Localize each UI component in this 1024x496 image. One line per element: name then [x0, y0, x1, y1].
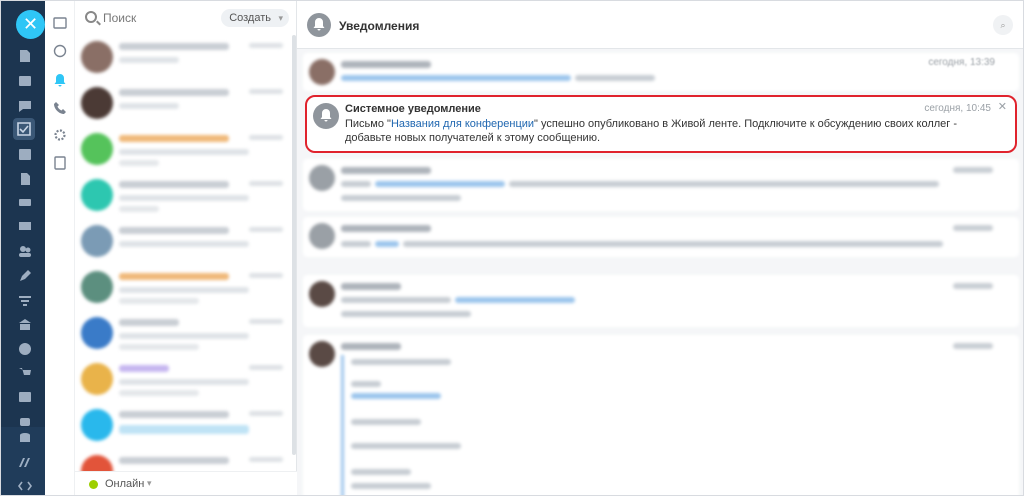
activity-icon[interactable]: [18, 49, 32, 63]
bell-icon: [307, 13, 331, 37]
list-item[interactable]: [75, 311, 291, 357]
bank-icon[interactable]: [18, 318, 32, 332]
mail-icon[interactable]: [18, 219, 32, 233]
list-item[interactable]: [75, 403, 291, 449]
calendar-icon[interactable]: [18, 147, 32, 161]
list-item[interactable]: [75, 219, 291, 265]
notification-item[interactable]: [303, 275, 1019, 327]
chat-icon[interactable]: [18, 99, 32, 113]
page-title: Уведомления: [339, 19, 420, 33]
edit-icon[interactable]: [18, 269, 32, 283]
list-item[interactable]: [75, 173, 291, 219]
notifications-search-icon[interactable]: ⌕: [993, 15, 1013, 35]
notifications-panel: Уведомления ⌕ сегодня, 13:39 Системное у…: [297, 1, 1023, 495]
document-icon[interactable]: [18, 172, 32, 186]
search-icon: [85, 11, 97, 23]
cart-icon[interactable]: [18, 366, 32, 380]
messenger-window: ✕ Создать: [0, 0, 1024, 496]
drive-icon[interactable]: [18, 195, 32, 209]
list-item[interactable]: [75, 357, 291, 403]
filter-icon[interactable]: [18, 294, 32, 308]
status-selector[interactable]: Онлайн ▾: [75, 471, 297, 495]
bell-icon[interactable]: [53, 73, 67, 87]
target-icon[interactable]: [18, 342, 32, 356]
phone-icon[interactable]: [53, 101, 67, 115]
notification-time: сегодня, 13:39: [928, 57, 995, 68]
recent-list: [75, 35, 291, 495]
contact-card-icon[interactable]: [18, 390, 32, 404]
code-icon[interactable]: [18, 479, 32, 493]
tasks-icon[interactable]: [18, 74, 32, 88]
messenger-tabs: [45, 1, 75, 495]
notification-item[interactable]: [303, 335, 1019, 495]
task-list-icon[interactable]: [53, 156, 67, 170]
users-icon[interactable]: [18, 244, 32, 258]
status-label: Онлайн: [105, 478, 145, 490]
recent-chats-panel: Создать Онлайн ▾: [75, 1, 297, 495]
chats-icon[interactable]: [53, 17, 67, 31]
settings-icon[interactable]: [53, 128, 67, 142]
chevron-down-icon: ▾: [147, 478, 152, 488]
search-bar: Создать: [81, 7, 291, 29]
notification-item[interactable]: [303, 53, 1019, 91]
close-icon[interactable]: ✕: [16, 10, 45, 39]
list-item[interactable]: [75, 127, 291, 173]
notification-text-start: Письмо ": [345, 118, 391, 130]
notifications-feed: сегодня, 13:39 Системное уведомление сег…: [297, 49, 1023, 495]
list-scrollbar[interactable]: [292, 35, 296, 455]
notification-text: Письмо "Названия для конференции" успешн…: [345, 117, 985, 145]
robot-icon[interactable]: [18, 414, 32, 428]
notification-link[interactable]: Названия для конференции: [391, 118, 534, 130]
list-item[interactable]: [75, 35, 291, 81]
notification-sender: Системное уведомление: [345, 103, 481, 115]
notifications-header: Уведомления ⌕: [297, 1, 1023, 49]
create-button[interactable]: Создать: [221, 9, 289, 27]
search-input[interactable]: [103, 10, 223, 26]
bell-icon: [313, 103, 339, 129]
list-item[interactable]: [75, 265, 291, 311]
list-item[interactable]: [75, 81, 291, 127]
marketplace-icon[interactable]: [18, 455, 32, 469]
highlighted-notification[interactable]: Системное уведомление сегодня, 10:45 ✕ П…: [305, 95, 1017, 153]
left-rail: ✕: [1, 1, 45, 495]
database-icon[interactable]: [18, 431, 32, 445]
close-icon[interactable]: ✕: [998, 100, 1007, 113]
checklist-icon[interactable]: [13, 118, 35, 140]
notification-item[interactable]: [303, 159, 1019, 211]
rail-bottom-section: [1, 427, 45, 495]
openlines-icon[interactable]: [53, 44, 67, 58]
notification-item[interactable]: [303, 217, 1019, 257]
online-status-icon: [89, 480, 98, 489]
notification-time: сегодня, 10:45: [924, 103, 991, 114]
